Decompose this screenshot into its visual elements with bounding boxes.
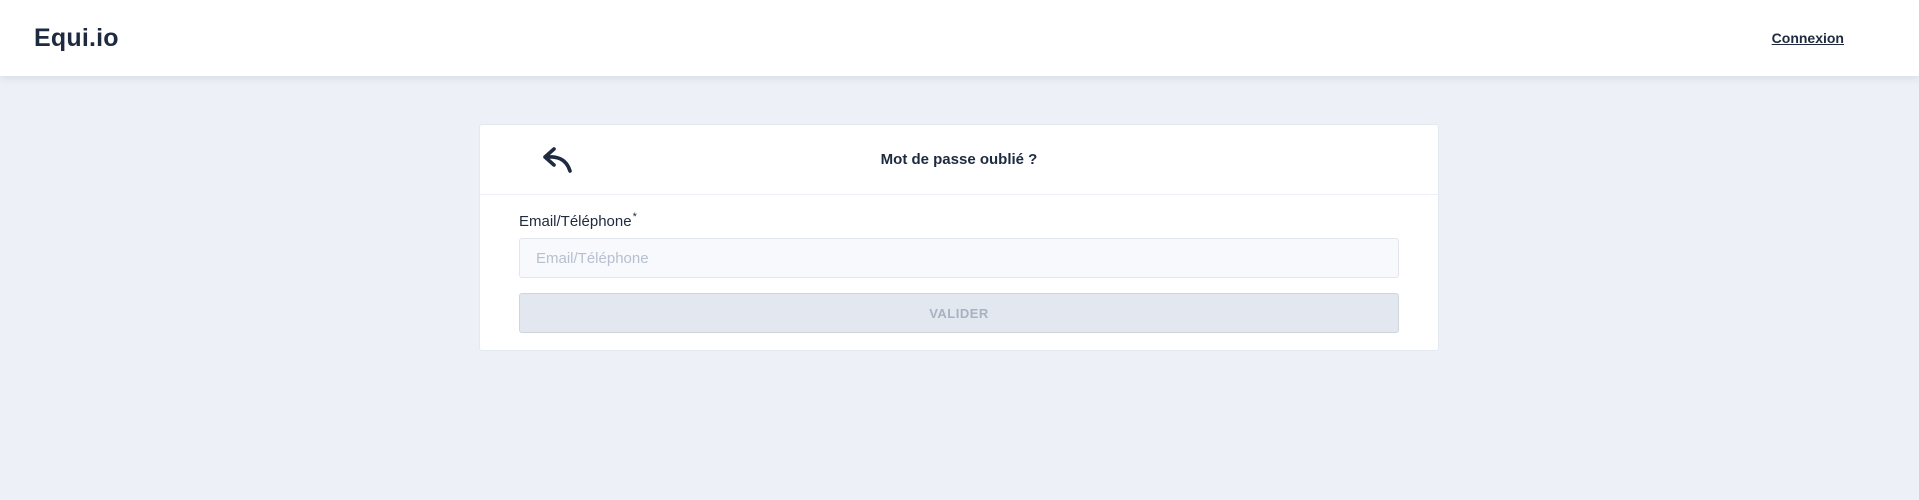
card-body: Email/Téléphone* VALIDER <box>480 195 1438 333</box>
card-header: Mot de passe oublié ? <box>480 125 1438 195</box>
email-phone-label: Email/Téléphone* <box>519 211 1399 230</box>
email-phone-input[interactable] <box>519 238 1399 278</box>
brand-logo[interactable]: Equi.io <box>34 24 119 53</box>
page-title: Mot de passe oublié ? <box>880 151 1038 168</box>
submit-button[interactable]: VALIDER <box>519 293 1399 333</box>
email-phone-label-text: Email/Téléphone <box>519 213 632 230</box>
forgot-password-card: Mot de passe oublié ? Email/Téléphone* V… <box>479 124 1439 351</box>
top-navbar: Equi.io Connexion <box>0 0 1919 76</box>
required-marker: * <box>632 211 637 223</box>
back-button[interactable] <box>541 145 575 175</box>
login-link[interactable]: Connexion <box>1772 30 1844 46</box>
reply-arrow-icon <box>543 147 572 173</box>
